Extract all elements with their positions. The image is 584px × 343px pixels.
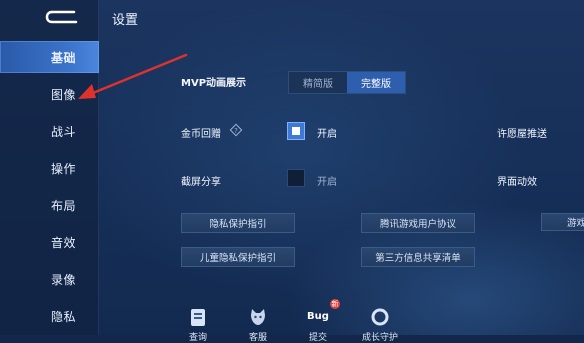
privacy-guide-button[interactable]: 隐私保护指引 — [181, 213, 295, 233]
sidebar: 基础 图像 战斗 操作 布局 音效 录像 隐私 — [0, 0, 99, 335]
sidebar-item-label: 战斗 — [51, 124, 77, 139]
dock-label: 查询 — [188, 333, 207, 343]
dock-query[interactable]: 查询 — [178, 306, 218, 343]
query-icon — [187, 306, 209, 328]
third-party-sharing-button[interactable]: 第三方信息共享清单 — [361, 247, 475, 267]
game-link-button[interactable]: 游戏 — [541, 213, 584, 231]
sidebar-item-layout[interactable]: 布局 — [0, 189, 99, 221]
new-badge: 新 — [330, 299, 340, 309]
dock-growth-guard[interactable]: 成长守护 — [358, 306, 402, 343]
gold-rebate-checkbox[interactable] — [287, 122, 305, 140]
back-arrow-icon[interactable] — [44, 8, 80, 26]
sidebar-item-replay[interactable]: 录像 — [0, 263, 99, 295]
dock-label: 提交 — [308, 333, 327, 343]
mvp-label: MVP动画展示 — [181, 78, 247, 89]
sidebar-item-basic[interactable]: 基础 — [0, 41, 99, 73]
mvp-option-simple[interactable]: 精简版 — [289, 72, 347, 93]
sidebar-item-label: 录像 — [51, 272, 77, 287]
sidebar-item-label: 基础 — [51, 50, 77, 65]
sidebar-item-label: 操作 — [51, 161, 77, 176]
sidebar-item-label: 隐私 — [51, 309, 77, 324]
wish-push-label: 许愿屋推送 — [497, 129, 547, 140]
bug-icon: Bug — [307, 311, 329, 322]
cat-support-icon — [247, 306, 269, 328]
sidebar-item-label: 布局 — [51, 198, 77, 213]
screenshot-share-label: 截屏分享 — [181, 177, 221, 188]
sidebar-item-controls[interactable]: 操作 — [0, 152, 99, 184]
user-agreement-button[interactable]: 腾讯游戏用户协议 — [361, 213, 475, 233]
gold-rebate-label: 金币回赠 — [181, 129, 221, 140]
ring-icon — [369, 306, 391, 328]
child-privacy-guide-button[interactable]: 儿童隐私保护指引 — [181, 247, 295, 267]
sidebar-item-combat[interactable]: 战斗 — [0, 115, 99, 147]
mvp-segmented-control: 精简版 完整版 — [288, 71, 406, 94]
dock-bug-submit[interactable]: Bug 提交 — [298, 306, 338, 343]
help-icon[interactable]: ? — [229, 123, 243, 137]
screenshot-share-checkbox[interactable] — [287, 169, 305, 187]
dock-support[interactable]: 客服 — [238, 306, 278, 343]
page-title: 设置 — [112, 13, 139, 28]
ui-animation-label: 界面动效 — [497, 177, 537, 188]
sidebar-item-label: 音效 — [51, 235, 77, 250]
screenshot-share-value: 开启 — [317, 177, 337, 188]
sidebar-item-graphics[interactable]: 图像 — [0, 78, 99, 110]
svg-text:?: ? — [234, 127, 238, 135]
dock-label: 客服 — [248, 333, 267, 343]
dock-label: 成长守护 — [361, 333, 398, 343]
sidebar-item-privacy[interactable]: 隐私 — [0, 300, 99, 332]
gold-rebate-value: 开启 — [317, 129, 337, 140]
mvp-option-full[interactable]: 完整版 — [347, 72, 405, 93]
sidebar-item-audio[interactable]: 音效 — [0, 226, 99, 258]
sidebar-item-label: 图像 — [51, 87, 77, 102]
